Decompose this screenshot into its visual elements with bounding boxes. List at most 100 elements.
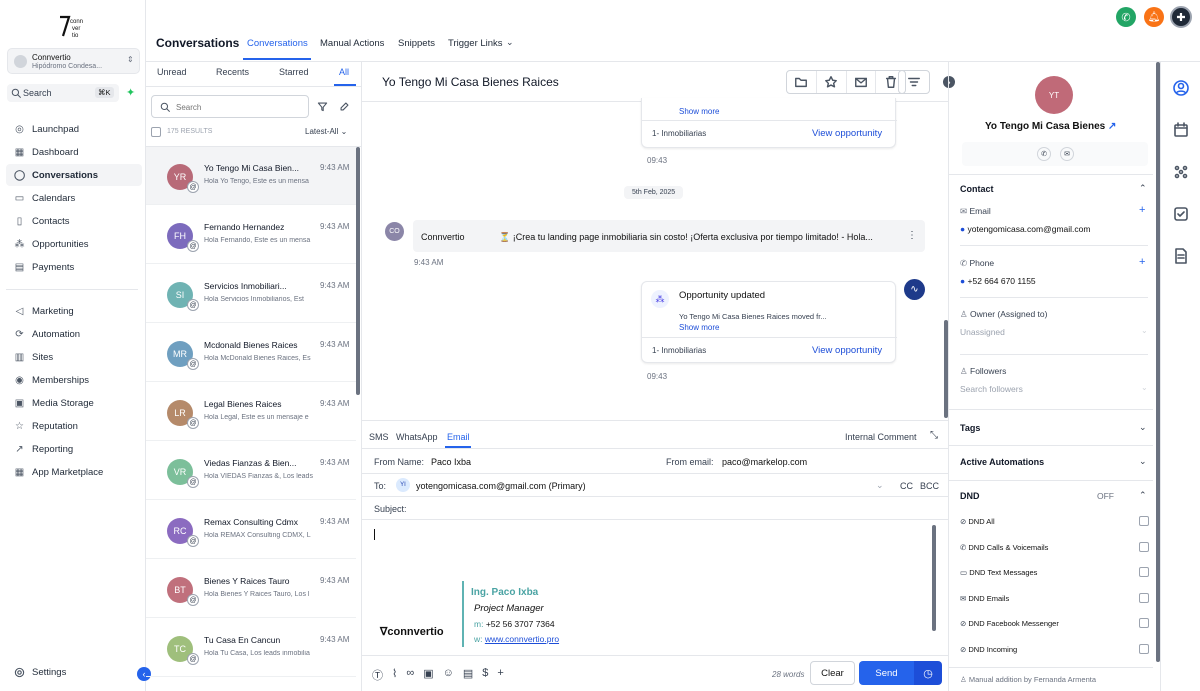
more-options-icon[interactable]: ⋮ — [907, 230, 917, 241]
plus-icon[interactable]: + — [497, 667, 503, 683]
nav-item-calendars[interactable]: ▭ Calendars — [6, 187, 142, 209]
channel-sms[interactable]: SMS — [369, 432, 389, 442]
opportunities-icon[interactable] — [1173, 164, 1189, 180]
sort-options-button[interactable] — [898, 70, 930, 94]
from-email-value[interactable]: paco@markelop.com — [722, 457, 807, 467]
view-opportunity-link[interactable]: View opportunity — [812, 345, 882, 356]
dnd-checkbox[interactable] — [1139, 541, 1149, 552]
link-icon[interactable]: ∞ — [406, 667, 414, 683]
text-format-icon[interactable]: Ⓣ — [372, 667, 383, 683]
phone-value[interactable]: ● +52 664 670 1155 — [960, 276, 1036, 286]
dnd-checkbox[interactable] — [1139, 592, 1149, 603]
conversation-row[interactable]: BT @ Bienes Y Raices Tauro 9:43 AM Hola Bien… — [146, 560, 356, 618]
nav-item-launchpad[interactable]: ◎ Launchpad — [6, 118, 142, 140]
dnd-checkbox[interactable] — [1139, 516, 1149, 526]
chevron-down-icon[interactable]: ⌄ — [1139, 422, 1147, 433]
bcc-button[interactable]: BCC — [920, 481, 939, 491]
nav-item-app-marketplace[interactable]: ▦ App Marketplace — [6, 461, 142, 483]
chevron-down-icon[interactable]: ⌄ — [506, 37, 514, 48]
list-scrollbar[interactable] — [356, 147, 360, 395]
tags-section[interactable]: Tags — [960, 423, 980, 433]
view-opportunity-link[interactable]: View opportunity — [812, 128, 882, 139]
nav-item-automation[interactable]: ⟳ Automation — [6, 323, 142, 345]
image-icon[interactable]: ▣ — [423, 667, 433, 683]
filter-icon[interactable] — [317, 101, 328, 112]
nav-item-reputation[interactable]: ☆ Reputation — [6, 415, 142, 437]
filter-starred[interactable]: Starred — [279, 67, 309, 77]
star-icon[interactable] — [817, 71, 847, 93]
document-icon[interactable]: ▤ — [463, 667, 473, 683]
internal-comment-tab[interactable]: Internal Comment — [845, 432, 917, 442]
user-avatar[interactable]: ✚ — [1170, 6, 1192, 28]
conversation-row[interactable]: FH @ Fernando Hernandez 9:43 AM Hola Fernand… — [146, 206, 356, 264]
nav-item-payments[interactable]: ▤ Payments — [6, 256, 142, 278]
tab-manual-actions[interactable]: Manual Actions — [320, 38, 384, 49]
show-more-link[interactable]: Show more — [679, 107, 719, 116]
select-all-checkbox[interactable] — [151, 127, 161, 137]
bell-icon[interactable]: 🔔︎ — [1144, 7, 1164, 27]
account-switcher[interactable]: Connvertio Hipódromo Condesa... ⇕ — [7, 48, 140, 74]
conversation-row[interactable]: VR @ Viedas Fianzas & Bien... 9:43 AM Hola V… — [146, 442, 356, 500]
tab-snippets[interactable]: Snippets — [398, 38, 435, 49]
followers-search[interactable]: Search followers — [960, 384, 1023, 394]
dnd-checkbox[interactable] — [1139, 618, 1149, 628]
message-bubble[interactable]: Connvertio ⏳ ¡Crea tu landing page inmob… — [413, 220, 925, 252]
nav-item-opportunities[interactable]: ⁂ Opportunities — [6, 233, 142, 255]
sort-dropdown[interactable]: Latest-All ⌄ — [305, 127, 347, 136]
conversation-row[interactable]: MR @ Mcdonald Bienes Raices 9:43 AM Hola McD… — [146, 324, 356, 382]
channel-email[interactable]: Email — [447, 432, 470, 442]
automations-section[interactable]: Active Automations — [960, 457, 1044, 467]
notes-icon[interactable] — [1173, 248, 1189, 264]
contact-user-icon[interactable] — [1173, 80, 1189, 96]
move-folder-icon[interactable] — [787, 71, 817, 93]
nav-item-media-storage[interactable]: ▣ Media Storage — [6, 392, 142, 414]
activity-icon[interactable]: ∿ — [904, 279, 925, 300]
filter-recents[interactable]: Recents — [216, 67, 249, 77]
nav-item-reporting[interactable]: ↗ Reporting — [6, 438, 142, 460]
external-link-icon[interactable]: ↗ — [1108, 121, 1116, 132]
from-name-value[interactable]: Paco Ixba — [431, 457, 471, 467]
chevron-up-icon[interactable]: ⌃ — [1139, 183, 1147, 194]
conversation-row[interactable]: RC @ Remax Consulting Cdmx 9:43 AM Hola REMA… — [146, 501, 356, 559]
to-recipient[interactable]: yotengomicasa.com@gmail.com (Primary) — [416, 481, 586, 491]
editor-scrollbar[interactable] — [932, 525, 936, 631]
dnd-checkbox[interactable] — [1139, 567, 1149, 577]
channel-whatsapp[interactable]: WhatsApp — [396, 432, 438, 442]
dnd-checkbox[interactable] — [1139, 643, 1149, 654]
conversation-row[interactable]: TC @ Tu Casa En Cancun 9:43 AM Hola Tu Casa,… — [146, 619, 356, 677]
email-icon[interactable]: ✉ — [1060, 147, 1074, 161]
nav-item-settings[interactable]: Settings — [6, 661, 142, 683]
conversation-row[interactable]: SI @ Servicios Inmobiliari... 9:43 AM Hola S… — [146, 265, 356, 323]
clear-button[interactable]: Clear — [810, 661, 855, 685]
send-button[interactable]: Send — [859, 661, 914, 685]
nav-item-memberships[interactable]: ◉ Memberships — [6, 369, 142, 391]
signature-web-link[interactable]: www.connvertio.pro — [485, 634, 559, 644]
add-email-button[interactable]: + — [1139, 204, 1145, 216]
conversation-row[interactable]: YR @ Yo Tengo Mi Casa Bien... 9:43 AM Hola Y… — [146, 147, 356, 205]
chevron-up-icon[interactable]: ⌃ — [1139, 490, 1147, 501]
tab-trigger-links[interactable]: Trigger Links — [448, 38, 503, 49]
search-button[interactable]: Search ⌘K — [7, 84, 119, 102]
email-body-editor[interactable]: ∇connvertio Ing. Paco Ixba Project Manag… — [370, 523, 936, 651]
filter-all[interactable]: All — [339, 67, 349, 77]
show-more-link[interactable]: Show more — [679, 323, 719, 332]
nav-item-sites[interactable]: ▥ Sites — [6, 346, 142, 368]
mail-icon[interactable] — [847, 71, 877, 93]
chevron-down-icon[interactable]: ⌄ — [876, 480, 884, 491]
chevron-down-icon[interactable]: ⌄ — [1141, 383, 1148, 392]
filter-unread[interactable]: Unread — [157, 67, 187, 77]
compose-icon[interactable] — [339, 101, 350, 112]
conversation-search-input[interactable] — [176, 100, 301, 114]
chevron-down-icon[interactable]: ⌄ — [1139, 456, 1147, 467]
nav-item-conversations[interactable]: ◯ Conversations — [6, 164, 142, 186]
chevron-down-icon[interactable]: ⌄ — [1141, 326, 1148, 335]
phone-call-icon[interactable]: ✆ — [1116, 7, 1136, 27]
nav-item-dashboard[interactable]: ▦ Dashboard — [6, 141, 142, 163]
email-value[interactable]: ● yotengomicasa.com@gmail.com — [960, 224, 1090, 234]
subject-input[interactable] — [422, 500, 922, 516]
attachment-icon[interactable]: ⌇ — [392, 667, 397, 683]
owner-select[interactable]: Unassigned — [960, 327, 1005, 337]
calendar-icon[interactable] — [1173, 122, 1189, 138]
conversation-search-box[interactable] — [151, 95, 309, 118]
sparkle-icon[interactable]: ✦ — [126, 86, 135, 99]
